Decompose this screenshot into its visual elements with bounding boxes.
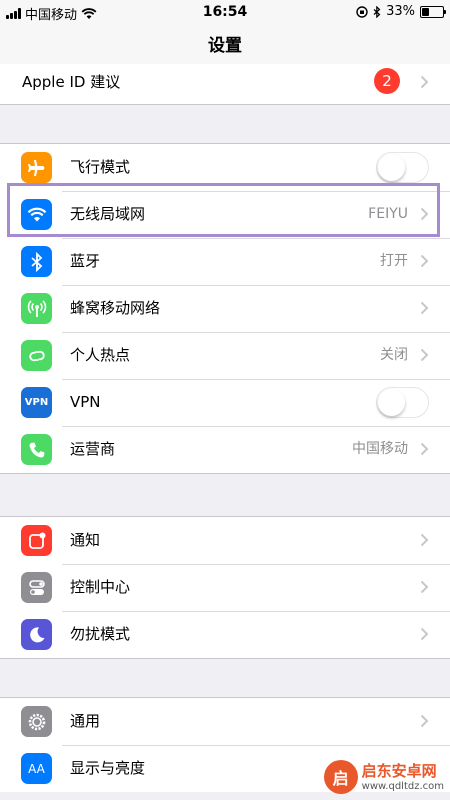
row-value: 关闭 (380, 347, 408, 363)
row-label: 通知 (70, 531, 101, 549)
chevron-right-icon (420, 348, 429, 362)
watermark: 启 启东安卓网 www.qdltdz.com (323, 760, 444, 794)
battery-icon (420, 5, 446, 18)
chevron-right-icon (420, 254, 429, 268)
chevron-right-icon (420, 714, 429, 728)
display-icon: AA (21, 753, 52, 784)
notification-icon (21, 525, 52, 556)
airplane-icon (21, 152, 52, 183)
notifications-group: 通知 控制中心 勿扰模式 (0, 516, 450, 659)
settings-row-notifications[interactable]: 通知 (0, 517, 450, 564)
row-label: 个人热点 (70, 346, 131, 364)
vpn-icon: VPN (21, 387, 52, 418)
hotspot-icon (21, 340, 52, 371)
row-label: 勿扰模式 (70, 625, 131, 643)
row-label: VPN (70, 393, 101, 411)
settings-row-carrier[interactable]: 运营商 中国移动 (0, 426, 450, 473)
settings-row-control-center[interactable]: 控制中心 (0, 564, 450, 611)
battery-level (422, 7, 429, 16)
chevron-right-icon (420, 627, 429, 641)
settings-row-cellular[interactable]: 蜂窝移动网络 (0, 285, 450, 332)
status-bar: 中国移动 16:54 33% (0, 0, 450, 24)
control-center-icon (21, 572, 52, 603)
notification-badge: 2 (374, 68, 400, 94)
row-label: 显示与亮度 (70, 759, 146, 777)
settings-row-general[interactable]: 通用 (0, 698, 450, 745)
rotation-lock-icon (356, 5, 368, 18)
apple-id-label: Apple ID 建议 (22, 73, 121, 91)
watermark-logo: 启 (323, 760, 358, 794)
chevron-right-icon (420, 580, 429, 594)
gear-icon (21, 706, 52, 737)
row-value: 打开 (380, 253, 408, 269)
row-value: 中国移动 (352, 441, 408, 457)
row-label: 运营商 (70, 440, 116, 458)
bluetooth-icon (21, 246, 52, 277)
settings-row-vpn[interactable]: VPN VPN (0, 379, 450, 426)
settings-row-do-not-disturb[interactable]: 勿扰模式 (0, 611, 450, 658)
chevron-right-icon (420, 533, 429, 547)
watermark-title: 启东安卓网 (361, 761, 437, 780)
vpn-toggle[interactable] (376, 387, 429, 418)
row-label: 蓝牙 (70, 252, 101, 270)
battery-percent: 33% (386, 4, 415, 19)
page-title: 设置 (0, 24, 450, 69)
bluetooth-status-icon (373, 5, 381, 18)
wifi-highlight-box (7, 183, 440, 237)
settings-row-bluetooth[interactable]: 蓝牙 打开 (0, 238, 450, 285)
row-label: 蜂窝移动网络 (70, 299, 161, 317)
chevron-right-icon (420, 301, 429, 315)
phone-icon (21, 434, 52, 465)
chevron-right-icon (420, 75, 429, 89)
chevron-right-icon (420, 442, 429, 456)
row-label: 通用 (70, 712, 101, 730)
settings-row-personal-hotspot[interactable]: 个人热点 关闭 (0, 332, 450, 379)
row-label: 控制中心 (70, 578, 131, 596)
watermark-url: www.qdltdz.com (361, 780, 444, 792)
antenna-icon (21, 293, 52, 324)
moon-icon (21, 619, 52, 650)
airplane-mode-toggle[interactable] (376, 152, 429, 183)
